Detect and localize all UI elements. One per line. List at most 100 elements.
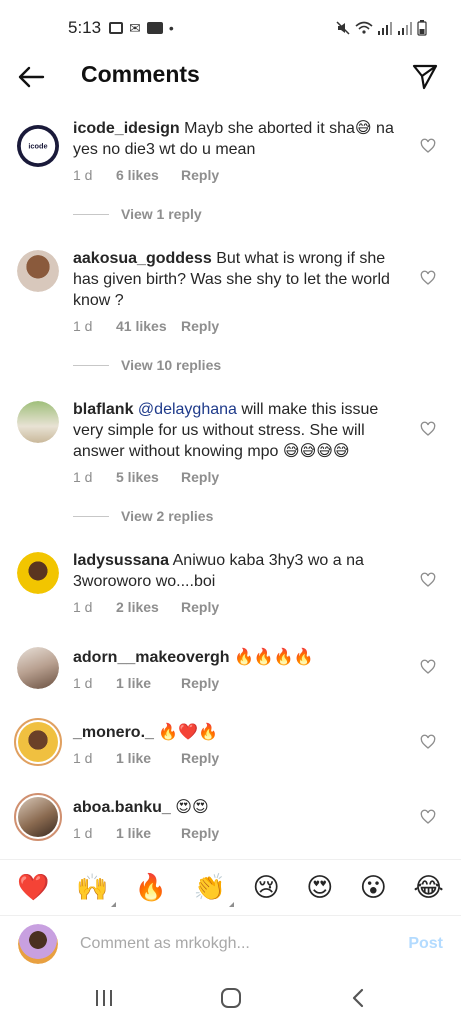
avatar-label: icode	[28, 141, 48, 151]
reply-button[interactable]: Reply	[181, 469, 219, 485]
comment-text: ladysussana Aniwuo kaba 3hy3 wo a na 3wo…	[73, 550, 403, 592]
view-replies-label: View 1 reply	[121, 206, 202, 222]
comment-username[interactable]: blaflank	[73, 401, 133, 418]
comment-text: _monero._ 🔥❤️🔥	[73, 722, 403, 743]
view-replies-label: View 10 replies	[121, 357, 222, 373]
view-replies-divider	[73, 364, 109, 366]
avatar[interactable]	[17, 647, 59, 689]
comment-username[interactable]: ladysussana	[73, 552, 169, 569]
heart-outline-icon[interactable]	[420, 138, 436, 154]
comment-likes[interactable]: 1 like	[116, 675, 181, 691]
signal-icon	[378, 22, 392, 35]
avatar[interactable]	[14, 718, 62, 766]
reply-button[interactable]: Reply	[181, 750, 219, 766]
comment-content: 😍😍	[175, 799, 209, 816]
comment-meta: 1 d 2 likes Reply	[73, 599, 219, 615]
emoji-surprised[interactable]: 😮	[360, 875, 387, 901]
emoji-raising-hands-glyph: 🙌	[76, 872, 109, 903]
comment-content: 🔥❤️🔥	[158, 724, 219, 741]
comment-text: blaflank @delayghana will make this issu…	[73, 399, 403, 462]
avatar[interactable]: icode	[17, 125, 59, 167]
comment-input[interactable]	[80, 928, 380, 959]
view-replies-label: View 2 replies	[121, 508, 214, 524]
view-replies-button[interactable]: View 1 reply	[73, 206, 202, 222]
reply-button[interactable]: Reply	[181, 825, 219, 841]
avatar[interactable]	[14, 793, 62, 841]
comment-meta: 1 d 1 like Reply	[73, 825, 219, 841]
battery-icon	[417, 20, 427, 36]
recent-apps-button[interactable]	[84, 978, 124, 1018]
comment-time: 1 d	[73, 750, 93, 766]
home-button[interactable]	[211, 978, 251, 1018]
heart-outline-icon[interactable]	[420, 270, 436, 286]
comment-meta: 1 d 1 like Reply	[73, 675, 219, 691]
comment-time: 1 d	[73, 318, 93, 334]
comment-username[interactable]: aakosua_goddess	[73, 250, 212, 267]
system-back-button[interactable]	[338, 978, 378, 1018]
comment-username[interactable]: adorn__makeovergh	[73, 649, 230, 666]
emoji-heart-eyes[interactable]: 😍	[306, 875, 333, 901]
comment-username[interactable]: aboa.banku_	[73, 799, 171, 816]
status-system-icons	[335, 20, 427, 36]
reply-button[interactable]: Reply	[181, 318, 219, 334]
status-notification-icons: ✉ •	[109, 21, 174, 35]
emoji-clapping[interactable]: 👏	[194, 875, 235, 907]
emoji-laughing[interactable]: 😂	[413, 875, 443, 901]
gallery-icon	[109, 22, 124, 34]
heart-outline-icon[interactable]	[420, 809, 436, 825]
comment-likes[interactable]: 6 likes	[116, 167, 181, 183]
youtube-icon	[146, 22, 163, 34]
avatar[interactable]	[17, 552, 59, 594]
comment-username[interactable]: icode_idesign	[73, 120, 180, 137]
comment-time: 1 d	[73, 469, 93, 485]
back-button[interactable]	[16, 62, 46, 92]
comment-time: 1 d	[73, 167, 93, 183]
page-title: Comments	[81, 61, 200, 87]
paper-plane-icon	[412, 64, 438, 90]
heart-outline-icon[interactable]	[420, 421, 436, 437]
emoji-fire[interactable]: 🔥	[135, 875, 167, 901]
skin-tone-indicator	[229, 901, 235, 907]
status-bar: 5:13 ✉ •	[0, 0, 461, 56]
comment-meta: 1 d 1 like Reply	[73, 750, 219, 766]
reply-button[interactable]: Reply	[181, 167, 219, 183]
comment-time: 1 d	[73, 599, 93, 615]
comment-username[interactable]: _monero._	[73, 724, 154, 741]
avatar[interactable]	[17, 250, 59, 292]
status-time: 5:13	[68, 18, 102, 37]
post-button[interactable]: Post	[408, 935, 443, 953]
comment-likes[interactable]: 1 like	[116, 825, 181, 841]
skin-tone-indicator	[111, 901, 117, 907]
comment-likes[interactable]: 2 likes	[116, 599, 181, 615]
heart-outline-icon[interactable]	[420, 734, 436, 750]
avatar[interactable]	[17, 401, 59, 443]
comment-meta: 1 d 6 likes Reply	[73, 167, 219, 183]
comment-time: 1 d	[73, 825, 93, 841]
comment-likes[interactable]: 1 like	[116, 750, 181, 766]
heart-outline-icon[interactable]	[420, 572, 436, 588]
comment-text: aakosua_goddess But what is wrong if she…	[73, 248, 403, 311]
view-replies-button[interactable]: View 10 replies	[73, 357, 221, 373]
view-replies-divider	[73, 515, 109, 517]
comment-meta: 1 d 5 likes Reply	[73, 469, 219, 485]
share-button[interactable]	[411, 62, 439, 90]
wifi-icon	[355, 21, 373, 34]
system-nav-bar	[0, 971, 461, 1024]
arrow-left-icon	[18, 66, 45, 88]
comment-mention[interactable]: @delayghana	[138, 401, 237, 418]
signal-2-icon	[398, 22, 412, 35]
emoji-heart[interactable]: ❤️	[17, 875, 49, 901]
emoji-crying[interactable]: 😢	[253, 875, 280, 901]
emoji-raising-hands[interactable]: 🙌	[76, 872, 117, 907]
comment-likes[interactable]: 41 likes	[116, 318, 181, 334]
comment-text: adorn__makeovergh 🔥🔥🔥🔥	[73, 647, 403, 668]
reply-button[interactable]: Reply	[181, 599, 219, 615]
view-replies-button[interactable]: View 2 replies	[73, 508, 213, 524]
heart-outline-icon[interactable]	[420, 659, 436, 675]
comment-likes[interactable]: 5 likes	[116, 469, 181, 485]
reply-button[interactable]: Reply	[181, 675, 219, 691]
emoji-quick-bar: ❤️ 🙌 🔥 👏 😢 😍 😮 😂	[0, 859, 461, 915]
mute-icon	[336, 21, 350, 35]
comment-time: 1 d	[73, 675, 93, 691]
comment-text: icode_idesign Mayb she aborted it sha😅 n…	[73, 118, 403, 160]
